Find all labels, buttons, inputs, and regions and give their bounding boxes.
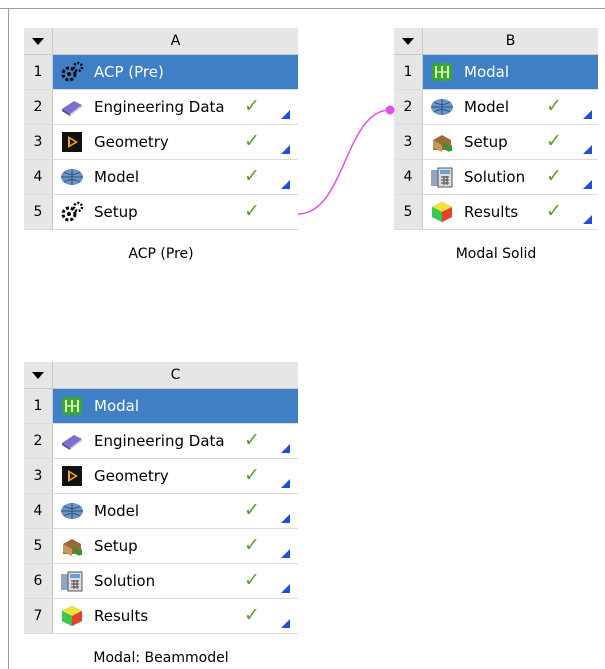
cell-label: Model (94, 502, 140, 520)
cell-label: Solution (94, 572, 156, 590)
setup-icon (59, 535, 85, 557)
update-triangle-icon (281, 444, 290, 453)
cell-geometry[interactable]: Geometry ✓ (53, 459, 298, 493)
cell-setup[interactable]: Setup ✓ (53, 529, 298, 563)
update-triangle-icon (281, 584, 290, 593)
row-number: 1 (24, 389, 53, 423)
check-icon: ✓ (244, 429, 260, 451)
modal-icon (59, 395, 85, 417)
cell-row[interactable]: 2 Engineering Data ✓ (24, 424, 298, 459)
update-triangle-icon (281, 479, 290, 488)
cell-label: Engineering Data (94, 432, 225, 450)
cell-model[interactable]: Model ✓ (53, 494, 298, 528)
cell-row[interactable]: 7 Results ✓ (24, 599, 298, 634)
cell-label: Setup (94, 537, 138, 555)
mesh-icon (59, 500, 85, 522)
cell-row[interactable]: 5 Setup ✓ (24, 529, 298, 564)
update-triangle-icon (281, 549, 290, 558)
geometry-icon (59, 465, 85, 487)
row-number: 2 (24, 424, 53, 458)
row-number: 5 (24, 529, 53, 563)
cell-row[interactable]: 4 Model ✓ (24, 494, 298, 529)
row-number: 3 (24, 459, 53, 493)
check-icon: ✓ (244, 499, 260, 521)
row-number: 7 (24, 599, 53, 633)
cell-row[interactable]: 1 Modal (24, 389, 298, 424)
collapse-arrow-icon[interactable] (24, 362, 53, 388)
update-triangle-icon (281, 619, 290, 628)
results-icon (59, 605, 85, 627)
cell-results[interactable]: Results ✓ (53, 599, 298, 633)
check-icon: ✓ (244, 464, 260, 486)
check-icon: ✓ (244, 569, 260, 591)
cell-label: Geometry (94, 467, 169, 485)
solution-icon (59, 570, 85, 592)
system-letter: C (170, 367, 181, 383)
row-number: 6 (24, 564, 53, 598)
system-header: C (24, 362, 298, 389)
update-triangle-icon (281, 514, 290, 523)
row-number: 4 (24, 494, 53, 528)
cell-solution[interactable]: Solution ✓ (53, 564, 298, 598)
check-icon: ✓ (244, 604, 260, 626)
cell-row[interactable]: 6 Solution ✓ (24, 564, 298, 599)
system-caption[interactable]: Modal: Beammodel (24, 650, 298, 666)
cell-label: Modal (94, 397, 139, 415)
book-icon (59, 430, 85, 452)
cell-modal[interactable]: Modal (53, 389, 298, 423)
check-icon: ✓ (244, 534, 260, 556)
cell-label: Results (94, 607, 149, 625)
cell-engineering-data[interactable]: Engineering Data ✓ (53, 424, 298, 458)
cell-row[interactable]: 3 Geometry ✓ (24, 459, 298, 494)
system-c[interactable]: C 1 Modal 2 Engineering Data ✓ 3 Geometr… (24, 362, 298, 634)
